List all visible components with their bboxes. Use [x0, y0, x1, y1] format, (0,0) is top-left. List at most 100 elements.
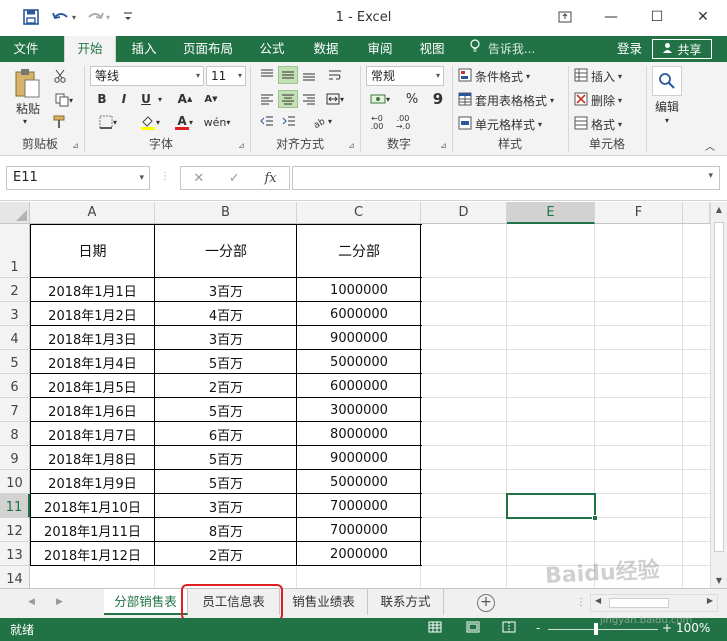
- alignment-launcher-icon[interactable]: ⊿: [348, 141, 355, 150]
- paste-icon[interactable]: [10, 66, 46, 100]
- expand-formula-bar-icon[interactable]: ▾: [708, 171, 713, 181]
- spreadsheet-grid[interactable]: ▲ ▼ A B C D E F 1 2 3 4 5 6 7 8 9 10 11 12 13 14 日期 一分部 二分部 201…: [0, 202, 727, 588]
- table-cell[interactable]: 6000000: [297, 374, 421, 398]
- scroll-left-icon[interactable]: ◀: [595, 596, 601, 605]
- horizontal-scrollbar[interactable]: ◀ ▶: [590, 594, 718, 612]
- table-cell[interactable]: 5000000: [297, 470, 421, 494]
- page-break-view-icon[interactable]: [502, 621, 516, 636]
- format-cells-button[interactable]: 格式 ▾: [574, 114, 636, 134]
- table-cell[interactable]: 2018年1月11日: [30, 518, 155, 542]
- collapse-ribbon-icon[interactable]: ︿: [700, 138, 720, 153]
- decrease-indent-icon[interactable]: [258, 112, 276, 130]
- table-cell[interactable]: 3百万: [155, 326, 297, 350]
- wrap-text-icon[interactable]: [322, 66, 348, 84]
- shrink-font-button[interactable]: A ▼: [202, 90, 220, 108]
- table-cell[interactable]: 2百万: [155, 374, 297, 398]
- login-link[interactable]: 登录: [617, 36, 642, 62]
- minimize-button[interactable]: —: [588, 0, 634, 34]
- tab-home[interactable]: 开始: [64, 36, 116, 62]
- row-header-1[interactable]: 1: [0, 224, 30, 278]
- vertical-scroll-thumb[interactable]: [714, 222, 724, 552]
- column-header-b[interactable]: B: [155, 202, 297, 224]
- table-cell[interactable]: 7000000: [297, 518, 421, 542]
- table-header-cell[interactable]: 二分部: [297, 224, 421, 278]
- row-header-3[interactable]: 3: [0, 302, 30, 326]
- align-left-icon[interactable]: [258, 90, 276, 108]
- table-cell[interactable]: 2018年1月3日: [30, 326, 155, 350]
- tab-view[interactable]: 视图: [410, 36, 454, 62]
- underline-button[interactable]: U: [138, 90, 154, 108]
- table-cell[interactable]: 3000000: [297, 398, 421, 422]
- tab-split-grip-icon[interactable]: ⋮: [576, 597, 586, 608]
- enter-formula-button[interactable]: ✓: [229, 171, 240, 186]
- table-cell[interactable]: 7000000: [297, 494, 421, 518]
- table-header-cell[interactable]: 日期: [30, 224, 155, 278]
- table-cell[interactable]: 9000000: [297, 446, 421, 470]
- table-cell[interactable]: 2018年1月5日: [30, 374, 155, 398]
- delete-cells-button[interactable]: 删除 ▾: [574, 90, 636, 110]
- comma-style-button[interactable]: 9: [428, 90, 448, 108]
- italic-button[interactable]: I: [116, 90, 132, 108]
- insert-cells-button[interactable]: 插入 ▾: [574, 66, 636, 86]
- vertical-scrollbar[interactable]: ▲ ▼: [710, 202, 727, 588]
- normal-view-icon[interactable]: [428, 621, 442, 636]
- font-size-select[interactable]: 11 ▾: [206, 66, 246, 86]
- table-cell[interactable]: 3百万: [155, 278, 297, 302]
- decrease-decimal-icon[interactable]: .00 →.0: [392, 114, 414, 132]
- scroll-down-icon[interactable]: ▼: [711, 576, 727, 585]
- format-as-table-button[interactable]: 套用表格格式 ▾: [458, 90, 562, 110]
- row-header-10[interactable]: 10: [0, 470, 30, 494]
- zoom-slider-thumb[interactable]: [594, 623, 598, 635]
- cell-styles-button[interactable]: 单元格样式 ▾: [458, 114, 550, 134]
- font-color-icon[interactable]: A ▾: [170, 112, 198, 132]
- table-cell[interactable]: 2000000: [297, 542, 421, 566]
- column-header-f[interactable]: F: [595, 202, 683, 224]
- editing-button[interactable]: 编辑: [648, 98, 686, 114]
- select-all-corner[interactable]: [0, 202, 30, 224]
- fill-handle[interactable]: [592, 515, 598, 521]
- border-icon[interactable]: ▾: [94, 112, 122, 132]
- table-cell[interactable]: 2百万: [155, 542, 297, 566]
- column-header-overflow[interactable]: [683, 202, 710, 224]
- row-header-8[interactable]: 8: [0, 422, 30, 446]
- bold-button[interactable]: B: [94, 90, 110, 108]
- table-cell[interactable]: 8000000: [297, 422, 421, 446]
- sheet-tab-branch-sales[interactable]: 分部销售表: [104, 589, 188, 615]
- table-cell[interactable]: 3百万: [155, 494, 297, 518]
- page-layout-view-icon[interactable]: [466, 621, 480, 636]
- tab-file[interactable]: 文件: [0, 36, 52, 62]
- table-cell[interactable]: 5000000: [297, 350, 421, 374]
- align-top-icon[interactable]: [258, 66, 276, 84]
- align-bottom-icon[interactable]: [300, 66, 318, 84]
- column-header-e[interactable]: E: [507, 202, 595, 224]
- table-cell[interactable]: 5百万: [155, 350, 297, 374]
- paste-button[interactable]: 粘贴: [8, 100, 48, 116]
- row-header-9[interactable]: 9: [0, 446, 30, 470]
- ribbon-display-options-button[interactable]: [542, 0, 588, 34]
- sheet-prev-icon[interactable]: ◀: [28, 597, 35, 607]
- active-cell-selection[interactable]: [506, 493, 598, 521]
- copy-icon[interactable]: ▾: [50, 90, 78, 110]
- align-right-icon[interactable]: [300, 90, 318, 108]
- row-header-14[interactable]: 14: [0, 566, 30, 588]
- table-cell[interactable]: 6百万: [155, 422, 297, 446]
- table-cell[interactable]: 2018年1月8日: [30, 446, 155, 470]
- accounting-format-icon[interactable]: ▾: [366, 90, 394, 108]
- table-cell[interactable]: 2018年1月4日: [30, 350, 155, 374]
- merge-center-icon[interactable]: ▾: [322, 90, 348, 108]
- table-cell[interactable]: 2018年1月9日: [30, 470, 155, 494]
- table-cell[interactable]: 6000000: [297, 302, 421, 326]
- tab-formulas[interactable]: 公式: [250, 36, 294, 62]
- font-name-select[interactable]: 等线 ▾: [90, 66, 204, 86]
- row-header-12[interactable]: 12: [0, 518, 30, 542]
- percent-button[interactable]: %: [402, 90, 422, 108]
- table-cell[interactable]: 1000000: [297, 278, 421, 302]
- grow-font-button[interactable]: A ▲: [176, 90, 194, 108]
- formula-bar-grip-icon[interactable]: ⋮: [160, 171, 170, 182]
- editing-dropdown-icon[interactable]: ▾: [660, 114, 674, 126]
- number-format-select[interactable]: 常规 ▾: [366, 66, 444, 86]
- tell-me-search[interactable]: 告诉我...: [470, 36, 535, 62]
- number-launcher-icon[interactable]: ⊿: [440, 141, 447, 150]
- formula-input[interactable]: ▾: [292, 166, 720, 190]
- align-center-icon[interactable]: [278, 90, 298, 108]
